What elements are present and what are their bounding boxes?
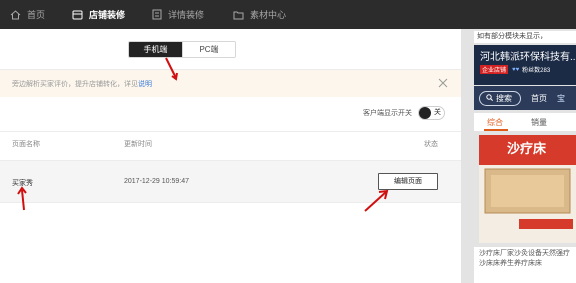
preview-notice: 如有部分模块未显示， bbox=[474, 31, 576, 43]
client-display-toggle-row: 客户端显示开关 关 bbox=[363, 106, 445, 120]
table-header: 页面名称 更新时间 状态 bbox=[0, 131, 461, 156]
shop-tags: 企业店铺 ♥♥ 粉丝数283 bbox=[480, 65, 550, 74]
column-header-page-name: 页面名称 bbox=[12, 141, 40, 148]
shop-name: 河北韩派环保科技有... bbox=[480, 52, 576, 63]
column-header-status: 状态 bbox=[424, 141, 438, 148]
notice-link[interactable]: 说明 bbox=[138, 79, 152, 89]
preview-nav: 搜索 首页 宝 bbox=[474, 86, 576, 110]
nav-item-label: 店铺装修 bbox=[89, 10, 126, 20]
notice-bar: 旁边解析买家评价，提升店铺转化，详见 说明 bbox=[0, 70, 461, 97]
column-header-updated: 更新时间 bbox=[124, 141, 152, 148]
heart-icon: ♥♥ bbox=[512, 66, 520, 73]
store-icon bbox=[72, 10, 83, 20]
main-panel: 手机端 PC端 旁边解析买家评价，提升店铺转化，详见 说明 客户端显示开关 关 页… bbox=[0, 29, 461, 283]
edit-page-button[interactable]: 编辑页面 bbox=[378, 173, 438, 190]
search-icon bbox=[486, 93, 493, 103]
preview-tab-all[interactable]: 综合 bbox=[487, 117, 503, 128]
preview-shop-header: 河北韩派环保科技有... 企业店铺 ♥♥ 粉丝数283 bbox=[474, 45, 576, 85]
home-icon bbox=[10, 9, 21, 20]
close-icon[interactable] bbox=[438, 78, 448, 88]
toggle-label: 客户端显示开关 bbox=[363, 110, 412, 117]
page-name-cell: 买家秀 bbox=[12, 180, 33, 187]
notice-text: 旁边解析买家评价，提升店铺转化，详见 bbox=[12, 80, 138, 88]
preview-more-link[interactable]: 宝 bbox=[557, 93, 565, 104]
tab-mobile[interactable]: 手机端 bbox=[129, 42, 182, 57]
shop-fans: 粉丝数283 bbox=[522, 68, 551, 74]
top-navigation-bar: 首页 店铺装修 详情装修 素材中心 bbox=[0, 0, 576, 29]
search-label: 搜索 bbox=[496, 93, 512, 103]
shop-badge: 企业店铺 bbox=[480, 65, 509, 74]
preview-search[interactable]: 搜索 bbox=[479, 90, 521, 106]
mobile-preview-panel: 如有部分模块未显示， 河北韩派环保科技有... 企业店铺 ♥♥ 粉丝数283 搜… bbox=[461, 29, 576, 283]
client-display-toggle[interactable]: 关 bbox=[418, 106, 445, 120]
nav-item-home[interactable]: 首页 bbox=[10, 0, 45, 29]
table-row: 买家秀 2017-12-29 10:59:47 编辑页面 bbox=[0, 160, 461, 203]
nav-item-label: 详情装修 bbox=[168, 10, 205, 20]
nav-item-label: 素材中心 bbox=[250, 10, 287, 20]
folder-icon bbox=[233, 10, 244, 20]
tab-pc[interactable]: PC端 bbox=[182, 42, 235, 57]
toggle-state: 关 bbox=[434, 109, 441, 116]
preview-tabs: 综合 销量 bbox=[474, 113, 576, 131]
active-tab-indicator bbox=[484, 129, 508, 131]
updated-time-cell: 2017-12-29 10:59:47 bbox=[124, 178, 189, 185]
product-title: 沙疗床 bbox=[507, 141, 547, 156]
nav-item-detail-decoration[interactable]: 详情装修 bbox=[152, 0, 204, 29]
product-description: 沙疗床厂家沙灸设备天然强疗沙床床养生养疗床床 bbox=[474, 247, 576, 283]
preview-home-link[interactable]: 首页 bbox=[531, 93, 547, 104]
detail-page-icon bbox=[152, 9, 162, 20]
nav-item-store-decoration[interactable]: 店铺装修 bbox=[72, 0, 125, 29]
toggle-knob bbox=[419, 107, 431, 119]
device-switch: 手机端 PC端 bbox=[128, 41, 236, 58]
product-image: 沙疗床 bbox=[479, 135, 576, 243]
nav-item-material-center[interactable]: 素材中心 bbox=[233, 0, 286, 29]
nav-item-label: 首页 bbox=[27, 10, 46, 20]
preview-tab-sales[interactable]: 销量 bbox=[531, 117, 547, 128]
